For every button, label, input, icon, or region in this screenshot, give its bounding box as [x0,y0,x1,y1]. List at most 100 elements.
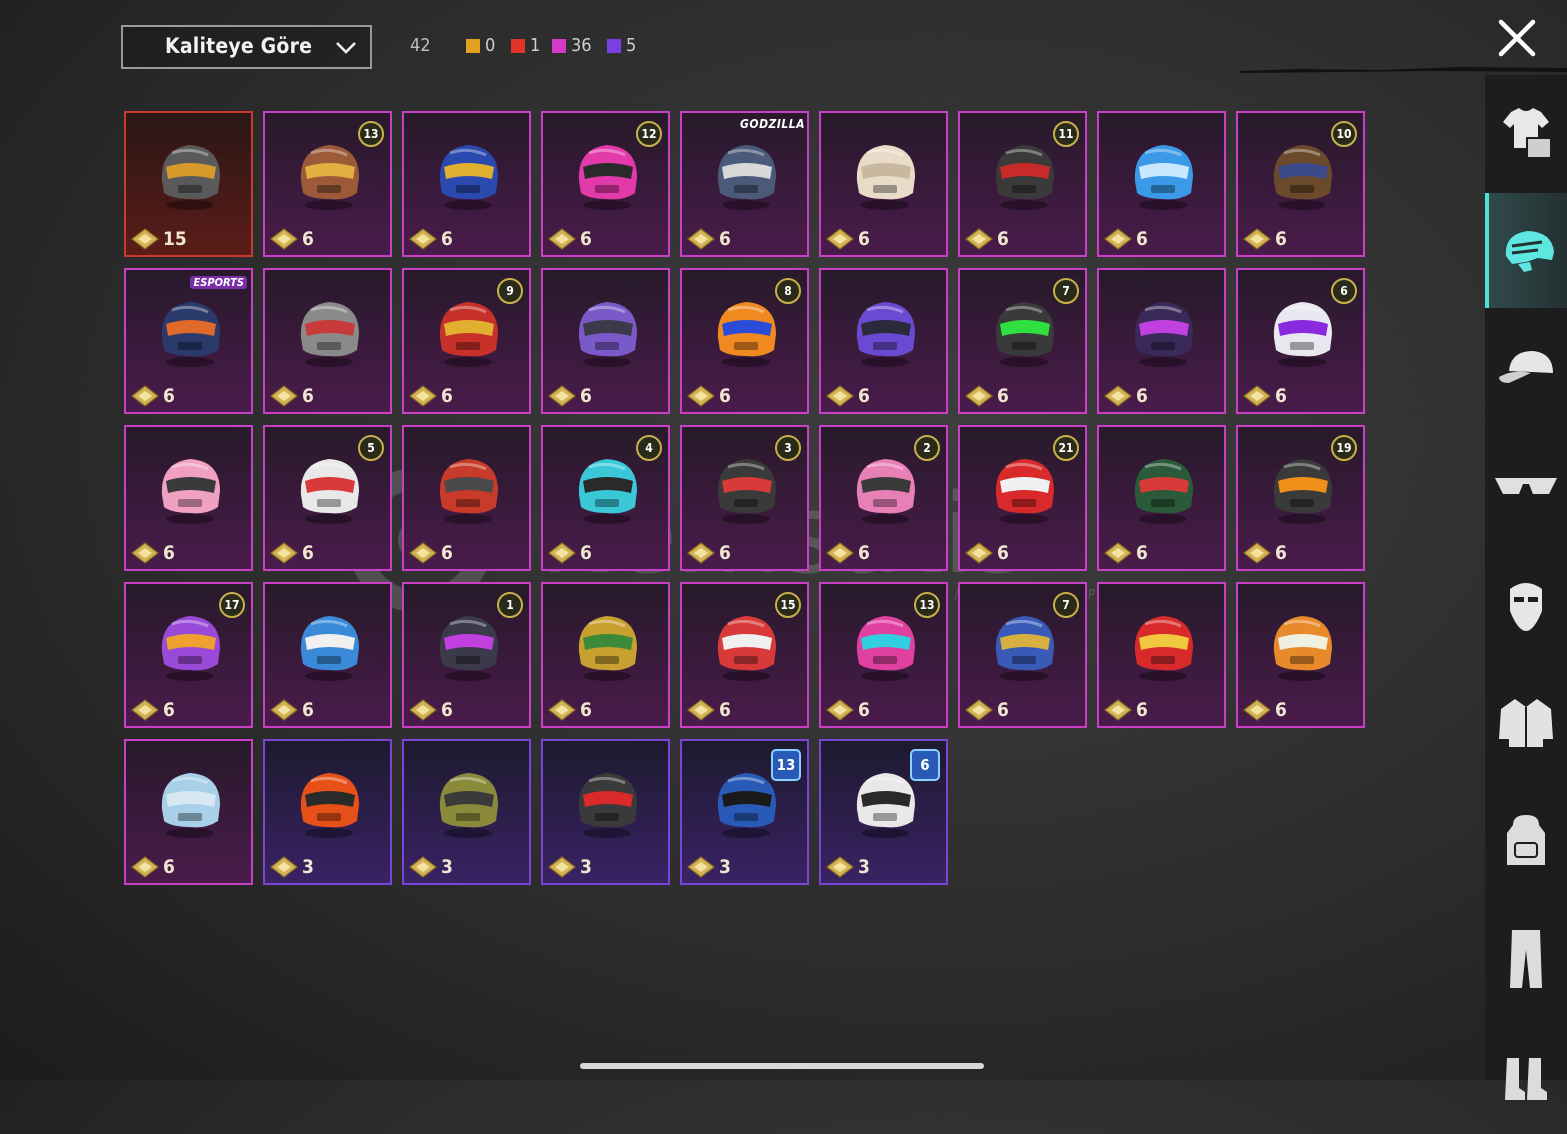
item-card[interactable]: 46 [541,425,670,571]
item-card[interactable]: 13 6 [263,111,392,257]
item-card[interactable]: 6 [263,268,392,414]
cap-icon [1499,350,1553,383]
level-badge: 17 [219,592,245,618]
item-value-row: 6 [131,699,175,721]
item-value: 6 [1136,385,1148,407]
coin-icon [1243,385,1271,407]
coin-icon [270,856,298,878]
item-value-row: 6 [409,699,453,721]
item-card[interactable]: 6 [124,425,253,571]
item-card[interactable]: 36 [680,425,809,571]
sidebar-item-backpacks[interactable] [1485,783,1567,898]
sidebar-item-pants[interactable] [1485,901,1567,1016]
item-card[interactable]: 6 [1097,111,1226,257]
item-card[interactable]: 3 [402,739,531,885]
close-icon[interactable] [1496,17,1538,59]
item-value: 3 [441,856,453,878]
coin-icon [409,856,437,878]
helmet-icon [578,459,637,524]
item-card[interactable]: 6 [1097,582,1226,728]
item-card[interactable]: 56 [263,425,392,571]
sidebar-item-glasses[interactable] [1485,429,1567,544]
item-value-row: 6 [687,699,731,721]
item-card[interactable]: 6 [819,111,948,257]
sidebar-item-tops[interactable] [1485,75,1567,190]
item-card[interactable]: 86 [680,268,809,414]
item-card[interactable]: 6 [263,582,392,728]
item-card[interactable]: 96 [402,268,531,414]
boots-icon [1505,1057,1547,1100]
level-badge: 12 [636,121,662,147]
item-card[interactable]: 6 [1236,582,1365,728]
sidebar-item-hats[interactable] [1485,311,1567,426]
level-badge: 7 [1053,278,1079,304]
item-value: 6 [163,699,175,721]
item-card[interactable]: 6 [541,582,670,728]
item-value-row: 6 [965,385,1009,407]
item-card[interactable]: 6 [402,425,531,571]
item-value: 6 [858,542,870,564]
coin-icon [409,699,437,721]
item-card[interactable]: 13 6 [819,582,948,728]
quality-swatch [607,38,621,53]
level-badge: 5 [358,435,384,461]
item-card[interactable]: 15 [124,111,253,257]
coin-icon [965,699,993,721]
item-value-row: 6 [548,542,592,564]
item-card[interactable]: 19 6 [1236,425,1365,571]
item-value-row: 6 [826,699,870,721]
item-value: 6 [997,542,1009,564]
item-value: 6 [719,385,731,407]
coin-icon [409,542,437,564]
item-card[interactable]: 15 6 [680,582,809,728]
item-card[interactable]: ESPORTS 6 [124,268,253,414]
item-value: 6 [580,228,592,250]
helmet-icon [300,302,359,367]
coin-icon [826,856,854,878]
item-card[interactable]: 76 [958,582,1087,728]
level-badge: 15 [775,592,801,618]
item-card[interactable]: 66 [1236,268,1365,414]
pants-icon [1510,929,1542,988]
coin-icon [1104,699,1132,721]
coin-icon [1243,228,1271,250]
sidebar-item-boots[interactable] [1485,1019,1567,1134]
item-value-row: 6 [687,228,731,250]
jacket-icon [1499,698,1553,747]
quality-count-value: 0 [485,35,496,56]
item-card[interactable]: 6 [1097,268,1226,414]
item-card[interactable]: 6 [819,268,948,414]
level-badge: 10 [1331,121,1357,147]
item-card[interactable]: 13 3 [680,739,809,885]
item-card[interactable]: 6 [541,268,670,414]
item-card[interactable]: 6 [124,739,253,885]
item-card[interactable]: 63 [819,739,948,885]
item-card[interactable]: 3 [263,739,392,885]
item-card[interactable]: 12 6 [541,111,670,257]
sidebar-item-helmets[interactable] [1485,193,1567,308]
helmet-icon [856,302,915,367]
item-card[interactable]: 6 [402,111,531,257]
item-card[interactable]: 21 6 [958,425,1087,571]
item-value-row: 6 [1243,699,1287,721]
sidebar-item-jackets[interactable] [1485,665,1567,780]
quality-swatch [552,38,566,53]
item-card[interactable]: 17 6 [124,582,253,728]
coin-icon [131,542,159,564]
sort-dropdown[interactable]: Kaliteye Göre [121,25,372,69]
coin-icon [965,228,993,250]
item-value-row: 6 [965,542,1009,564]
item-card[interactable]: GODZILLA 6 [680,111,809,257]
item-card[interactable]: 26 [819,425,948,571]
sidebar-item-masks[interactable] [1485,547,1567,662]
coin-icon [548,542,576,564]
helmet-icon [1273,616,1332,681]
item-card[interactable]: 11 6 [958,111,1087,257]
item-card[interactable]: 3 [541,739,670,885]
item-value: 3 [858,856,870,878]
item-card[interactable]: 16 [402,582,531,728]
level-badge: 2 [914,435,940,461]
item-card[interactable]: 10 6 [1236,111,1365,257]
item-card[interactable]: 76 [958,268,1087,414]
item-card[interactable]: 6 [1097,425,1226,571]
